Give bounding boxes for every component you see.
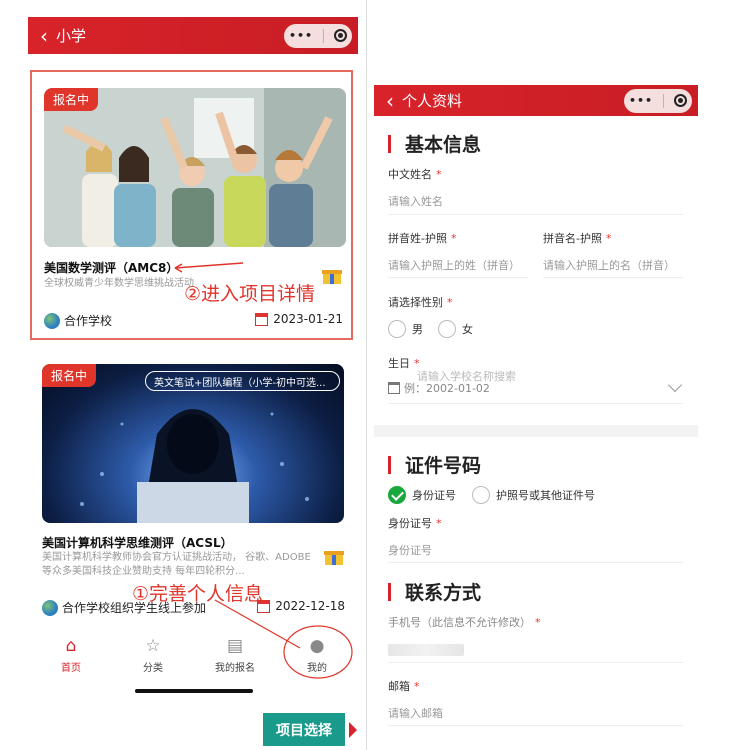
triangle-pointer-icon [349, 722, 357, 738]
annotation-step2: ②进入项目详情 [184, 283, 316, 305]
section-basic-info: 基本信息 [388, 130, 481, 157]
gender-male-radio[interactable]: 男 [388, 320, 423, 338]
phone-value-blurred [388, 644, 464, 656]
section-contact: 联系方式 [388, 578, 481, 605]
calendar-icon [388, 382, 400, 394]
email-label: 邮箱 * [388, 680, 420, 693]
id-number-label: 身份证号 * [388, 517, 442, 530]
email-input[interactable]: 请输入邮箱 [388, 705, 443, 721]
chevron-down-icon[interactable] [667, 377, 683, 393]
gender-label: 请选择性别 * [388, 296, 453, 309]
check-icon[interactable] [388, 486, 406, 504]
close-miniprogram-icon[interactable] [674, 94, 688, 107]
page-title: 个人资料 [402, 92, 463, 110]
pinyin-last-name-label: 拼音姓-护照 * [388, 232, 457, 245]
back-arrow-icon[interactable]: ‹ [386, 91, 394, 111]
birthday-input[interactable]: 例：2002-01-02 [388, 380, 490, 396]
annotation-step1: ①完善个人信息 [132, 583, 264, 605]
pinyin-first-name-input[interactable]: 请输入护照上的名（拼音） [543, 257, 675, 273]
gender-female-radio[interactable]: 女 [438, 320, 473, 338]
id-type-idcard-radio[interactable]: 身份证号 [388, 486, 456, 504]
section-separator [374, 425, 698, 437]
phone-label: 手机号（此信息不允许修改） * [388, 616, 541, 629]
chinese-name-label: 中文姓名 * [388, 168, 442, 181]
section-id-number: 证件号码 [388, 451, 481, 478]
id-type-passport-radio[interactable]: 护照号或其他证件号 [472, 486, 595, 504]
project-select-button[interactable]: 项目选择 [263, 713, 345, 746]
pinyin-last-name-input[interactable]: 请输入护照上的姓（拼音） [388, 257, 520, 273]
miniprogram-capsule[interactable]: ••• [624, 88, 692, 113]
more-icon[interactable]: ••• [629, 94, 653, 107]
chinese-name-input[interactable]: 请输入姓名 [388, 193, 443, 209]
pinyin-first-name-label: 拼音名-护照 * [543, 232, 612, 245]
birthday-label: 生日 * [388, 357, 420, 370]
right-nav-bar: ‹ 个人资料 ••• [374, 85, 698, 116]
id-number-input[interactable]: 身份证号 [388, 542, 432, 558]
